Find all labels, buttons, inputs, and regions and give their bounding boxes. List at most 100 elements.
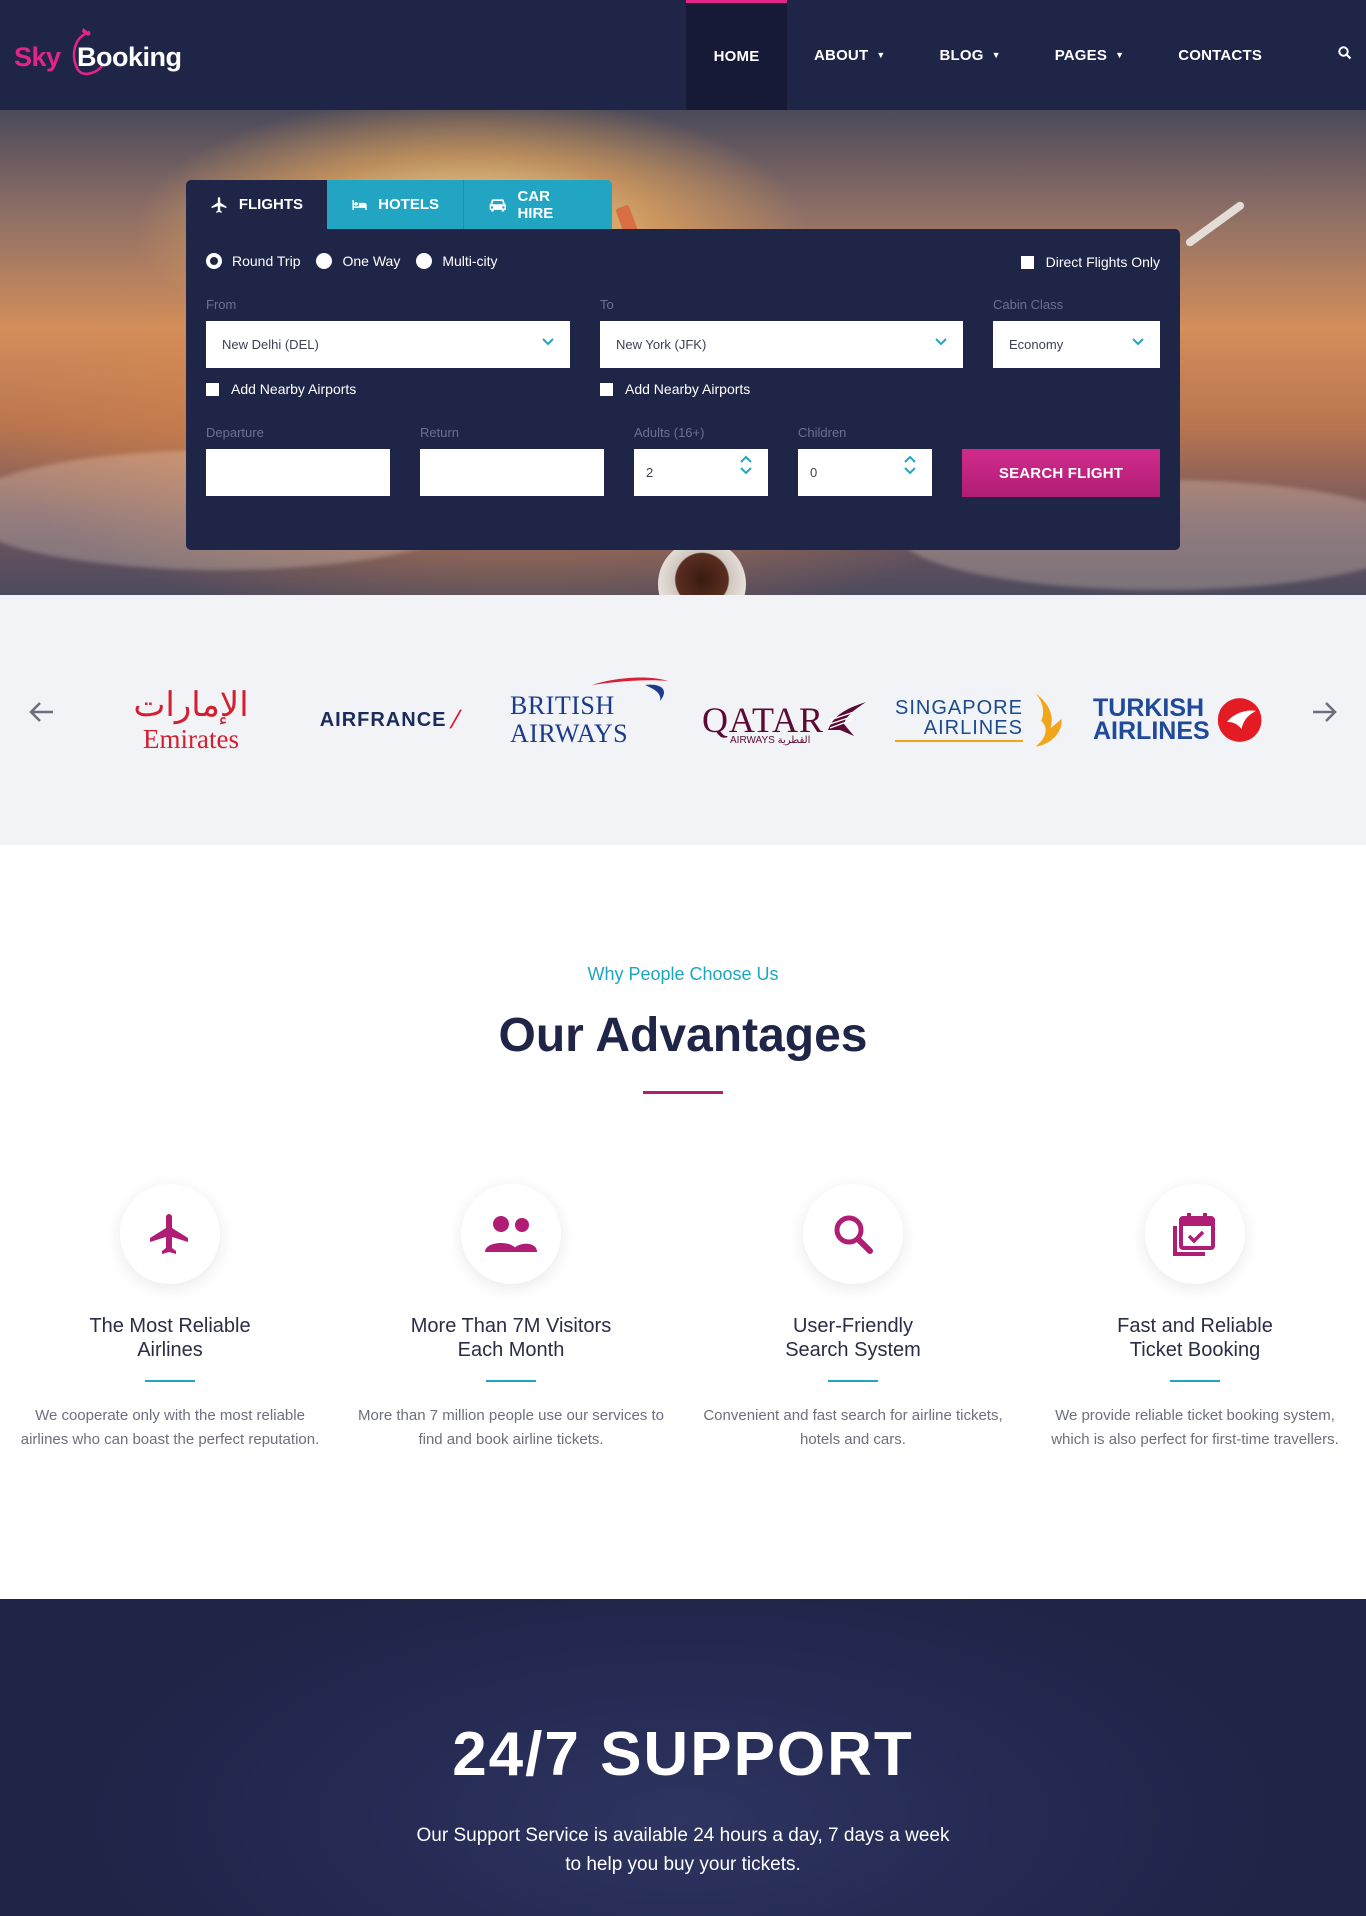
logo-emirates: الإمارات Emirates	[133, 675, 249, 765]
tab-car-hire[interactable]: CAR HIRE	[464, 180, 612, 229]
cabin-value: Economy	[1009, 337, 1064, 352]
tab-hotels[interactable]: HOTELS	[327, 180, 464, 229]
nav-pages-label: PAGES	[1054, 46, 1108, 64]
feature-card: More Than 7M Visitors Each Month More tha…	[351, 1184, 671, 1452]
stepper-arrows	[740, 455, 752, 475]
from-label: From	[206, 297, 237, 312]
turkish-text: TURKISH AIRLINES	[1093, 696, 1210, 745]
children-label: Children	[798, 425, 847, 440]
section-eyebrow: Why People Choose Us	[587, 964, 779, 984]
chevron-up-icon[interactable]	[740, 455, 752, 463]
title-divider	[643, 1091, 723, 1094]
departure-date-input[interactable]	[206, 449, 390, 496]
feature-divider	[145, 1380, 195, 1382]
radio-round-trip[interactable]: Round Trip	[206, 253, 300, 269]
turkish-line2: AIRLINES	[1093, 717, 1210, 745]
nearby-airports-from-checkbox[interactable]: Add Nearby Airports	[206, 381, 356, 397]
chevron-down-icon: ▼	[1115, 50, 1125, 60]
support-text-line: Our Support Service is available 24 hour…	[416, 1825, 950, 1846]
search-flight-button[interactable]: SEARCH FLIGHT	[962, 449, 1160, 497]
feature-card: Fast and Reliable Ticket Booking We provi…	[1035, 1184, 1355, 1452]
chevron-down-icon[interactable]	[904, 467, 916, 475]
airline-logos-carousel: الإمارات Emirates AIRFRANCE ⧸ BRITISH AIR…	[0, 595, 1366, 845]
flight-search-panel: Round Trip One Way Multi-city Direct Fli…	[186, 229, 1180, 550]
feature-text: We provide reliable ticket booking syste…	[1051, 1407, 1339, 1448]
cabin-label: Cabin Class	[993, 297, 1064, 312]
cabin-class-select[interactable]: Economy	[993, 321, 1160, 368]
checkbox-label: Add Nearby Airports	[625, 381, 751, 397]
plane-icon	[211, 196, 227, 213]
tab-flights[interactable]: FLIGHTS	[186, 180, 327, 229]
car-icon	[489, 198, 506, 211]
feature-title: User-Friendly Search System	[693, 1314, 1013, 1362]
logo[interactable]: Sky Booking	[14, 26, 194, 84]
feature-card: The Most Reliable Airlines We cooperate o…	[10, 1184, 330, 1452]
radio-multi-city[interactable]: Multi-city	[416, 253, 498, 269]
radio-label: Round Trip	[232, 253, 301, 269]
support-text-line: to help you buy your tickets.	[565, 1854, 801, 1875]
checkbox-label: Direct Flights Only	[1045, 254, 1160, 270]
feature-title: Fast and Reliable Ticket Booking	[1035, 1314, 1355, 1362]
stepper-arrows	[904, 455, 916, 475]
singapore-underline	[895, 740, 1023, 742]
feature-title-line: Fast and Reliable	[1117, 1315, 1273, 1337]
children-value: 0	[810, 465, 818, 480]
checkbox-box	[600, 382, 613, 396]
arrow-right-icon[interactable]	[1312, 701, 1338, 723]
feature-title-line: Ticket Booking	[1129, 1339, 1261, 1361]
chevron-down-icon[interactable]	[740, 467, 752, 475]
to-value: New York (JFK)	[616, 337, 707, 352]
radio-label: One Way	[342, 253, 401, 269]
feature-title-line: The Most Reliable	[89, 1315, 251, 1337]
return-date-input[interactable]	[420, 449, 604, 496]
logo-booking: Booking	[77, 42, 182, 72]
nav-blog-label: BLOG	[939, 46, 984, 64]
search-icon[interactable]	[1338, 46, 1352, 60]
radio-dot	[316, 253, 333, 269]
calendar-check-icon	[1173, 1213, 1215, 1256]
feature-text: More than 7 million people use our servi…	[358, 1407, 664, 1448]
nav-home[interactable]: HOME	[686, 0, 787, 110]
radio-label: Multi-city	[442, 253, 498, 269]
nearby-airports-to-checkbox[interactable]: Add Nearby Airports	[600, 381, 750, 397]
british-airways-line2: AIRWAYS	[510, 719, 629, 748]
return-label: Return	[420, 425, 460, 440]
children-stepper[interactable]: 0	[798, 449, 932, 496]
nav-contacts[interactable]: CONTACTS	[1151, 0, 1289, 110]
arrow-left-icon[interactable]	[28, 701, 54, 723]
oryx-icon	[828, 702, 867, 736]
feature-text: We cooperate only with the most reliable…	[20, 1407, 320, 1448]
radio-one-way[interactable]: One Way	[316, 253, 400, 269]
from-select[interactable]: New Delhi (DEL)	[206, 321, 570, 368]
feature-title: More Than 7M Visitors Each Month	[351, 1314, 671, 1362]
feature-title-line: Airlines	[137, 1339, 203, 1361]
adults-stepper[interactable]: 2	[634, 449, 768, 496]
chevron-down-icon	[542, 338, 554, 346]
turkish-bird-icon	[1217, 698, 1262, 742]
logo-turkish-airlines: TURKISH AIRLINES	[1093, 675, 1263, 765]
users-icon	[485, 1216, 537, 1252]
chevron-down-icon	[1132, 338, 1144, 346]
tab-flights-label: FLIGHTS	[238, 196, 303, 213]
direct-flights-checkbox[interactable]: Direct Flights Only	[1020, 254, 1160, 270]
feature-divider	[1170, 1380, 1220, 1382]
logo-singapore-airlines: SINGAPORE AIRLINES	[895, 675, 1065, 765]
nav-about[interactable]: ABOUT ▼	[787, 0, 912, 110]
nav-blog[interactable]: BLOG ▼	[912, 0, 1027, 110]
air-france-name: AIRFRANCE	[319, 708, 447, 731]
bed-icon	[352, 199, 367, 210]
feature-icon-circle	[1145, 1184, 1245, 1284]
chevron-up-icon[interactable]	[904, 455, 916, 463]
logo-air-france: AIRFRANCE ⧸	[304, 675, 474, 765]
feature-divider	[486, 1380, 536, 1382]
feature-title: The Most Reliable Airlines	[10, 1314, 330, 1362]
logo-qatar-airways: QATAR AIRWAYS القطرية	[700, 675, 870, 765]
emirates-calligraphy-icon: الإمارات	[133, 684, 249, 725]
nav-pages[interactable]: PAGES ▼	[1028, 0, 1152, 110]
speedmarque-icon	[592, 677, 668, 701]
to-select[interactable]: New York (JFK)	[600, 321, 963, 368]
section-title: Our Advantages	[498, 1009, 868, 1062]
logo-british-airways: BRITISH AIRWAYS	[510, 675, 668, 765]
plane-wing-decoration	[1184, 200, 1246, 248]
adults-label: Adults (16+)	[634, 425, 705, 440]
